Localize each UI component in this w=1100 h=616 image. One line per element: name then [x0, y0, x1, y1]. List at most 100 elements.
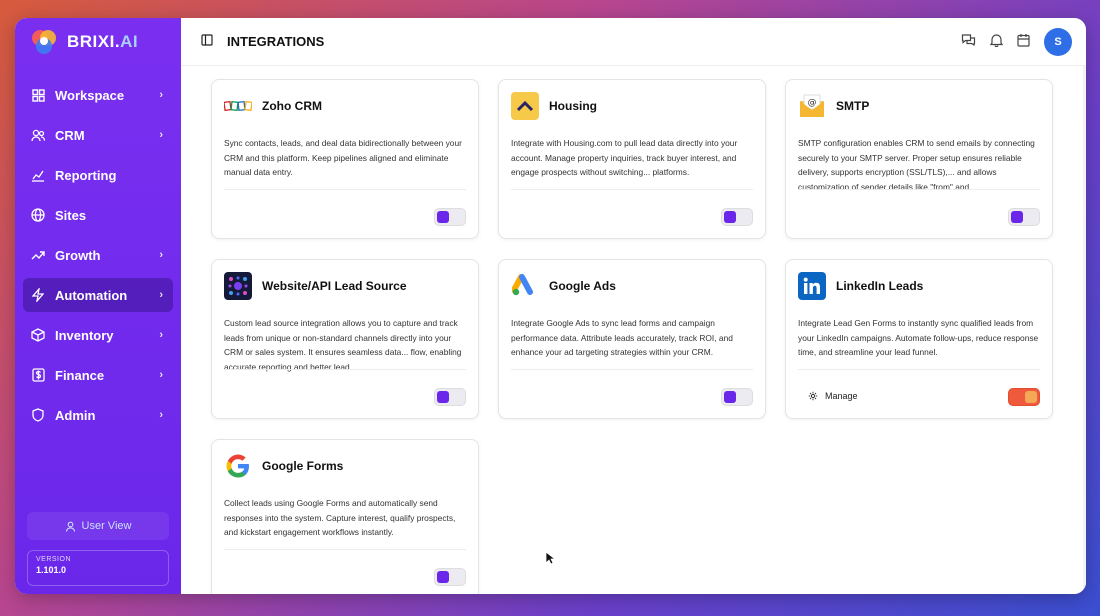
smtp-envelope-icon: @ [798, 92, 826, 120]
integration-description: Integrate Google Ads to sync lead forms … [511, 318, 733, 357]
sidebar-item-growth[interactable]: Growth › [23, 238, 173, 272]
integration-card-linkedin: LinkedIn Leads Integrate Lead Gen Forms … [785, 259, 1053, 419]
sidebar-item-label: Inventory [55, 327, 114, 343]
sidebar-item-crm[interactable]: CRM › [23, 118, 173, 152]
integration-description: Custom lead source integration allows yo… [224, 318, 462, 372]
integration-description: Integrate Lead Gen Forms to instantly sy… [798, 318, 1039, 357]
integration-description: SMTP configuration enables CRM to send e… [798, 138, 1035, 192]
topbar-actions: S [961, 28, 1072, 56]
integration-toggle[interactable] [1008, 388, 1040, 406]
version-box: VERSION 1.101.0 [27, 550, 169, 586]
card-divider [798, 189, 1040, 190]
sidebar-item-sites[interactable]: Sites [23, 198, 173, 232]
card-divider [224, 189, 466, 190]
integration-card-zoho-crm: Zoho CRM Sync contacts, leads, and deal … [211, 79, 479, 239]
card-divider [511, 369, 753, 370]
integration-card-smtp: @ SMTP SMTP configuration enables CRM to… [785, 79, 1053, 239]
trend-icon [31, 248, 45, 262]
integration-card-website-api: Website/API Lead Source Custom lead sour… [211, 259, 479, 419]
integration-name: Zoho CRM [262, 99, 322, 113]
card-divider [224, 549, 466, 550]
integration-toggle[interactable] [434, 388, 466, 406]
brand-logo[interactable]: BRIXI.AI [31, 28, 138, 56]
sidebar-item-reporting[interactable]: Reporting [23, 158, 173, 192]
google-logo-icon [224, 452, 252, 480]
sidebar-item-label: Growth [55, 247, 101, 263]
integrations-grid: Zoho CRM Sync contacts, leads, and deal … [181, 66, 1086, 594]
card-divider [224, 369, 466, 370]
integration-card-google-ads: Google Ads Integrate Google Ads to sync … [498, 259, 766, 419]
version-label: VERSION [36, 556, 72, 563]
sidebar-item-admin[interactable]: Admin › [23, 398, 173, 432]
bell-icon[interactable] [989, 33, 1004, 52]
manage-label: Manage [825, 391, 858, 401]
user-view-button[interactable]: User View [27, 512, 169, 540]
sidebar-item-label: Sites [55, 207, 87, 223]
zoho-logo-icon [224, 92, 252, 120]
manage-button[interactable]: Manage [808, 391, 858, 401]
avatar[interactable]: S [1044, 28, 1072, 56]
sidebar-item-label: Automation [55, 287, 128, 303]
app-window: BRIXI.AI Workspace › CRM › Reporting Sit… [15, 18, 1086, 594]
integration-name: Google Ads [549, 279, 616, 293]
gear-icon [808, 391, 818, 401]
grid-icon [31, 88, 45, 102]
card-divider [798, 369, 1040, 370]
sidebar-item-label: CRM [55, 127, 85, 143]
integration-toggle[interactable] [1008, 208, 1040, 226]
user-view-label: User View [81, 520, 132, 532]
integration-name: SMTP [836, 99, 870, 113]
sidebar-item-inventory[interactable]: Inventory › [23, 318, 173, 352]
sidebar-toggle-icon[interactable] [201, 33, 213, 51]
integration-card-housing: Housing Integrate with Housing.com to pu… [498, 79, 766, 239]
sidebar-item-label: Reporting [55, 167, 117, 183]
integration-card-google-forms: Google Forms Collect leads using Google … [211, 439, 479, 594]
user-icon [65, 521, 75, 532]
chat-icon[interactable] [961, 33, 976, 52]
brand-name: BRIXI.AI [67, 32, 139, 51]
main-panel: INTEGRATIONS S Zoho CRM Sync contacts, l… [181, 18, 1086, 594]
chevron-right-icon: › [159, 89, 163, 101]
sidebar-item-automation[interactable]: Automation › [23, 278, 173, 312]
page-title: INTEGRATIONS [227, 34, 325, 49]
topbar: INTEGRATIONS S [181, 18, 1086, 66]
integration-name: LinkedIn Leads [836, 279, 924, 293]
integration-name: Website/API Lead Source [262, 279, 407, 293]
sidebar-item-label: Admin [55, 407, 96, 423]
integration-toggle[interactable] [721, 208, 753, 226]
sidebar: BRIXI.AI Workspace › CRM › Reporting Sit… [15, 18, 181, 594]
chevron-right-icon: › [159, 329, 163, 341]
integration-name: Housing [549, 99, 597, 113]
linkedin-logo-icon [798, 272, 826, 300]
sidebar-nav: Workspace › CRM › Reporting Sites Growth… [23, 78, 173, 438]
housing-logo-icon [511, 92, 539, 120]
globe-icon [31, 208, 45, 222]
integration-description: Integrate with Housing.com to pull lead … [511, 138, 738, 177]
chart-icon [31, 168, 45, 182]
chevron-right-icon: › [159, 289, 163, 301]
sidebar-item-finance[interactable]: Finance › [23, 358, 173, 392]
brand-mark-icon [32, 30, 56, 54]
sidebar-item-workspace[interactable]: Workspace › [23, 78, 173, 112]
dollar-icon [31, 368, 45, 382]
content-scrollbar[interactable] [1083, 66, 1086, 594]
google-ads-logo-icon [511, 272, 539, 300]
integration-description: Sync contacts, leads, and deal data bidi… [224, 138, 462, 177]
integration-name: Google Forms [262, 459, 344, 473]
integration-toggle[interactable] [434, 568, 466, 586]
svg-text:@: @ [808, 98, 817, 108]
chevron-right-icon: › [159, 249, 163, 261]
calendar-icon[interactable] [1017, 33, 1030, 52]
box-icon [31, 328, 45, 342]
bolt-icon [31, 288, 45, 302]
sidebar-item-label: Finance [55, 367, 105, 383]
integration-description: Collect leads using Google Forms and aut… [224, 498, 456, 537]
integration-toggle[interactable] [721, 388, 753, 406]
api-logo-icon [224, 272, 252, 300]
sidebar-item-label: Workspace [55, 87, 125, 103]
chevron-right-icon: › [159, 369, 163, 381]
users-icon [31, 128, 45, 142]
integration-toggle[interactable] [434, 208, 466, 226]
version-value: 1.101.0 [36, 565, 67, 575]
mouse-cursor-icon [545, 551, 555, 565]
